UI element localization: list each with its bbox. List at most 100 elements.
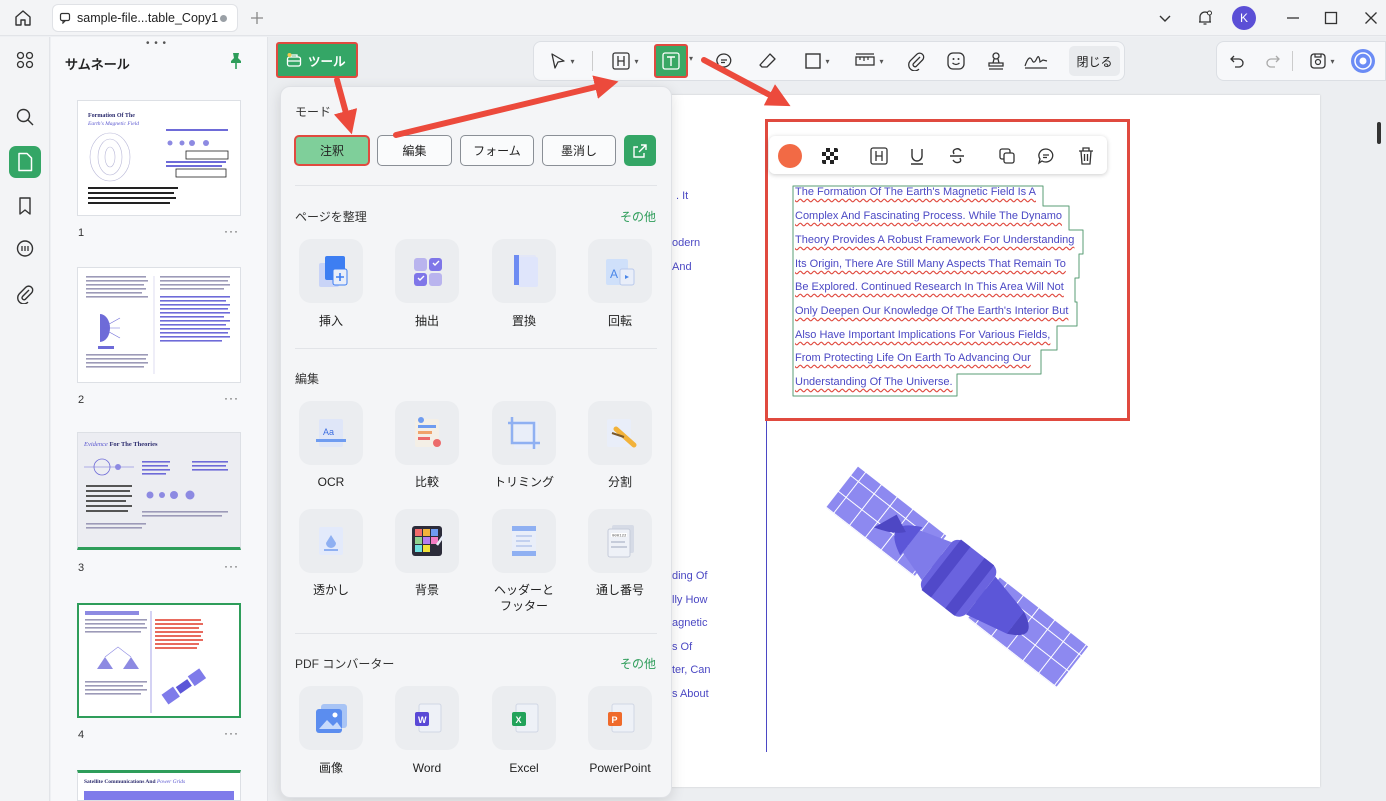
minimize-icon[interactable]: [1278, 4, 1308, 32]
redo-button[interactable]: [1262, 47, 1284, 75]
attachment-icon[interactable]: [9, 278, 41, 310]
convert-excel-tile[interactable]: X: [492, 686, 556, 750]
scrollbar[interactable]: [1377, 122, 1381, 144]
maximize-icon[interactable]: [1316, 4, 1346, 32]
comment-icon: [1037, 148, 1054, 165]
underline-button[interactable]: [905, 144, 929, 168]
convert-word-tile[interactable]: W: [395, 686, 459, 750]
thumbnail-more-button[interactable]: ···: [224, 224, 239, 238]
avatar[interactable]: K: [1232, 6, 1256, 30]
annotated-text-line[interactable]: Complex And Fascinating Process. While T…: [795, 210, 1062, 222]
svg-text:W: W: [418, 715, 427, 725]
delete-button[interactable]: [1074, 144, 1098, 168]
thumbnail-more-button[interactable]: ···: [224, 559, 239, 573]
sticker-tool-button[interactable]: [942, 47, 970, 75]
compare-label: 比較: [414, 475, 439, 489]
background-label: 背景: [414, 583, 439, 597]
stamp-tool-button[interactable]: [982, 47, 1010, 75]
annotated-text-line[interactable]: From Protecting Life On Earth To Advanci…: [795, 352, 1031, 364]
comment-tool-button[interactable]: [710, 47, 738, 75]
thumbnail-more-button[interactable]: ···: [224, 726, 239, 740]
thumbnail-page-5[interactable]: Satellite Communications And Power Grids: [77, 770, 241, 801]
rotate-tile[interactable]: A: [588, 239, 652, 303]
thumbnail-page-1[interactable]: Formation Of The Earth's Magnetic Field: [77, 100, 241, 216]
home-icon[interactable]: [8, 6, 38, 30]
color-picker-button[interactable]: [778, 144, 802, 168]
highlight-tool-button[interactable]: ▾: [603, 47, 647, 75]
mode-form-button[interactable]: フォーム: [460, 135, 534, 166]
rotate-label: 回転: [607, 314, 632, 328]
opacity-button[interactable]: [818, 144, 842, 168]
tools-button[interactable]: ツール: [276, 42, 358, 78]
mode-annotate-button[interactable]: 注釈: [294, 135, 370, 166]
mode-edit-button[interactable]: 編集: [377, 135, 452, 166]
add-comment-button[interactable]: [1034, 144, 1058, 168]
replace-label: 置換: [511, 314, 536, 328]
svg-text:P: P: [612, 715, 618, 725]
compare-tile[interactable]: [395, 401, 459, 465]
thumb-subheading: Earth's Magnetic Field: [88, 121, 139, 127]
chevron-down-icon[interactable]: ▾: [689, 54, 693, 63]
shape-tool-button[interactable]: ▾: [796, 47, 838, 75]
thumbnail-page-3[interactable]: Evidence For The Theories: [77, 432, 241, 550]
insert-tile[interactable]: [299, 239, 363, 303]
convert-powerpoint-tile[interactable]: P: [588, 686, 652, 750]
thumbnails-icon[interactable]: [9, 146, 41, 178]
measure-tool-button[interactable]: ▾: [848, 47, 890, 75]
apps-grid-icon[interactable]: [9, 44, 41, 76]
ai-assistant-icon[interactable]: [1350, 48, 1376, 74]
attach-tool-button[interactable]: [902, 47, 930, 75]
watermark-tile[interactable]: [299, 509, 363, 573]
panel-grip-icon[interactable]: • • •: [146, 38, 167, 49]
convert-image-tile[interactable]: [299, 686, 363, 750]
eraser-tool-button[interactable]: [754, 47, 782, 75]
new-tab-button[interactable]: [245, 6, 269, 30]
annotated-text-line[interactable]: Its Origin, There Are Still Many Aspects…: [795, 258, 1066, 270]
thumbnail-page-2[interactable]: [77, 267, 241, 383]
annotated-text-line[interactable]: Only Deepen Our Knowledge Of The Earth's…: [795, 305, 1068, 317]
signature-icon: [1024, 56, 1048, 69]
crop-tile[interactable]: [492, 401, 556, 465]
pin-icon[interactable]: [228, 52, 244, 70]
open-external-button[interactable]: [624, 135, 656, 166]
extract-tile[interactable]: [395, 239, 459, 303]
signature-tool-button[interactable]: [1020, 47, 1052, 75]
highlight-style-button[interactable]: [867, 144, 891, 168]
header-footer-tile[interactable]: [492, 509, 556, 573]
ocr-tile[interactable]: Aa: [299, 401, 363, 465]
replace-tile[interactable]: [492, 239, 556, 303]
mode-redact-button[interactable]: 墨消し: [542, 135, 616, 166]
comments-icon[interactable]: [9, 233, 41, 265]
thumb-content: [84, 458, 228, 529]
bell-icon[interactable]: [1190, 4, 1220, 32]
chevron-down-icon: ▾: [1330, 56, 1335, 66]
thumbnail-more-button[interactable]: ···: [224, 391, 239, 405]
select-tool-button[interactable]: ▾: [542, 47, 582, 75]
tab-title: sample-file...table_Copy1: [77, 11, 219, 25]
annotated-text-line[interactable]: The Formation Of The Earth's Magnetic Fi…: [795, 186, 1036, 198]
save-button[interactable]: ▾: [1302, 47, 1342, 75]
annotated-text-line[interactable]: Understanding Of The Universe.: [795, 376, 953, 388]
watermark-icon: [319, 527, 343, 555]
split-tile[interactable]: [588, 401, 652, 465]
copy-button[interactable]: [995, 144, 1019, 168]
undo-button[interactable]: [1226, 47, 1248, 75]
strikethrough-button[interactable]: [945, 144, 969, 168]
document-tab[interactable]: sample-file...table_Copy1: [52, 4, 238, 32]
chevron-down-icon[interactable]: [1150, 4, 1180, 32]
close-toolbar-button[interactable]: 閉じる: [1069, 46, 1120, 76]
bates-number-tile[interactable]: 000122: [588, 509, 652, 573]
bookmark-icon[interactable]: [9, 190, 41, 222]
thumbnail-page-4[interactable]: [77, 603, 241, 718]
organize-more-link[interactable]: その他: [620, 208, 656, 225]
text-tool-button[interactable]: [654, 44, 688, 78]
annotated-text-line[interactable]: Also Have Important Implications For Var…: [795, 329, 1050, 341]
annotated-text-line[interactable]: Be Explored. Continued Research In This …: [795, 281, 1064, 293]
svg-text:A: A: [610, 267, 618, 281]
close-icon[interactable]: [1356, 4, 1386, 32]
annotated-text-line[interactable]: Theory Provides A Robust Framework For U…: [795, 234, 1074, 246]
search-icon[interactable]: [9, 101, 41, 133]
converter-more-link[interactable]: その他: [620, 655, 656, 672]
background-tile[interactable]: [395, 509, 459, 573]
toolbar-divider: [592, 51, 593, 71]
